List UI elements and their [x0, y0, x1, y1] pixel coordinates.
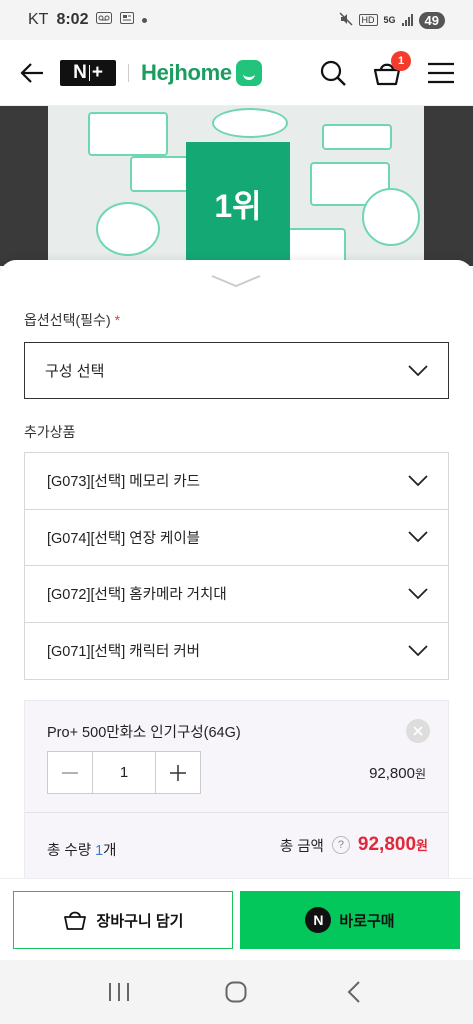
system-navigation-bar: [0, 960, 473, 1024]
quantity-stepper: 1: [47, 751, 201, 794]
back-button[interactable]: [16, 57, 48, 89]
recent-apps-button[interactable]: [99, 972, 139, 1012]
store-brand-logo[interactable]: Hejhome: [141, 59, 262, 86]
quantity-value[interactable]: 1: [92, 752, 156, 793]
divider: [25, 812, 448, 813]
remove-option-button[interactable]: [406, 719, 430, 743]
buy-now-label: 바로구매: [339, 912, 395, 930]
rank-hero-tile: 1위: [186, 142, 290, 266]
carrier-label: KT: [28, 11, 49, 28]
decrease-quantity-button[interactable]: [48, 752, 92, 793]
currency-unit: 원: [414, 767, 426, 781]
total-quantity-unit: 개: [103, 843, 117, 859]
collapse-sheet-handle[interactable]: [210, 272, 262, 290]
system-back-button[interactable]: [334, 972, 374, 1012]
increase-quantity-button[interactable]: [156, 752, 200, 793]
brand-name: Hejhome: [141, 59, 232, 85]
naver-plus-logo[interactable]: N +: [60, 59, 116, 86]
chevron-down-icon: [408, 475, 428, 487]
mute-icon: [338, 11, 353, 29]
hd-icon: HD: [358, 14, 378, 26]
product-image: 1위: [0, 106, 473, 266]
additional-products-label: 추가상품: [24, 424, 76, 440]
additional-product-select[interactable]: [G072][선택] 홈카메라 거치대: [25, 566, 448, 623]
naver-pay-icon: N: [305, 907, 332, 933]
currency-unit: 원: [416, 838, 428, 853]
option-sheet: 옵션선택(필수) * 구성 선택 추가상품 [G073][선택] 메모리 카드 […: [0, 260, 473, 880]
required-option-label: 옵션선택(필수) *: [24, 310, 120, 330]
additional-product-label: [G071][선택] 캐릭터 커버: [47, 644, 201, 661]
buy-now-button[interactable]: N 바로구매: [240, 891, 460, 949]
app-header: N + Hejhome 1: [0, 40, 473, 106]
chevron-left-icon: [347, 981, 360, 1003]
total-amount-value: 92,800: [357, 834, 417, 855]
notification-dot-icon: [142, 17, 148, 23]
additional-product-label: [G073][선택] 메모리 카드: [47, 474, 201, 491]
status-bar: KT 8:02 HD 5G 49: [0, 0, 473, 40]
battery-indicator: 49: [418, 11, 445, 29]
configuration-select[interactable]: 구성 선택: [24, 342, 449, 399]
voicemail-icon: [96, 11, 113, 29]
review-bubble: [96, 202, 160, 256]
review-card: [322, 124, 392, 150]
home-button[interactable]: [216, 972, 256, 1012]
product-image-banner: 1위: [48, 106, 424, 266]
total-quantity-label: 총 수량: [47, 843, 92, 859]
additional-product-select[interactable]: [G071][선택] 캐릭터 커버: [25, 623, 448, 680]
total-quantity: 총 수량 1개: [47, 839, 117, 860]
additional-product-select[interactable]: [G074][선택] 연장 케이블: [25, 510, 448, 566]
add-to-cart-button[interactable]: 장바구니 담기: [13, 891, 233, 949]
total-quantity-value: 1: [95, 843, 104, 859]
chevron-down-icon: [408, 364, 428, 376]
chevron-down-icon: [211, 275, 261, 288]
additional-product-select[interactable]: [G073][선택] 메모리 카드: [25, 453, 448, 510]
help-icon[interactable]: ?: [331, 836, 350, 854]
configuration-select-value: 구성 선택: [45, 363, 105, 380]
total-amount-label: 총 금액: [279, 838, 324, 855]
total-amount: 총 금액 ? 92,800원: [280, 834, 428, 856]
review-bubble: [212, 108, 288, 138]
news-icon: [120, 11, 135, 29]
cart-button[interactable]: 1: [371, 50, 411, 89]
option-price-value: 92,800: [369, 765, 415, 782]
clock: 8:02: [56, 11, 89, 28]
additional-product-label: [G072][선택] 홈카메라 거치대: [47, 587, 227, 604]
smile-icon: [235, 59, 262, 86]
signal-icon: [401, 14, 413, 26]
review-card: [88, 112, 168, 156]
shopping-basket-icon: [63, 911, 86, 930]
purchase-action-bar: 장바구니 담기 N 바로구매: [0, 878, 473, 960]
logo-divider: [128, 63, 129, 82]
home-icon: [225, 981, 247, 1003]
additional-products-list: [G073][선택] 메모리 카드 [G074][선택] 연장 케이블 [G07…: [24, 452, 449, 680]
add-to-cart-label: 장바구니 담기: [96, 912, 184, 930]
additional-product-label: [G074][선택] 연장 케이블: [47, 530, 201, 547]
rank-text: 1위: [214, 188, 262, 224]
minus-icon: [62, 771, 78, 774]
total-amount-value-wrap: 92,800원: [358, 834, 428, 856]
chevron-down-icon: [408, 645, 428, 657]
review-bubble: [362, 188, 420, 246]
menu-button[interactable]: [425, 57, 457, 89]
required-mark: *: [114, 312, 121, 328]
hamburger-menu-icon: [428, 62, 454, 83]
chevron-down-icon: [408, 531, 428, 543]
search-button[interactable]: [317, 57, 349, 89]
close-icon: [413, 726, 423, 736]
chevron-down-icon: [408, 588, 428, 600]
search-icon: [320, 60, 346, 86]
network-type-label: 5G: [383, 15, 396, 25]
plus-icon: [170, 764, 186, 781]
cart-count-badge: 1: [391, 50, 411, 71]
selected-option-name: Pro+ 500만화소 인기구성(64G): [47, 725, 241, 741]
recent-apps-icon: [108, 983, 129, 1001]
selected-option-box: Pro+ 500만화소 인기구성(64G) 1 92,800원 총 수량 1개 …: [24, 700, 449, 880]
option-price: 92,800원: [369, 765, 426, 782]
arrow-left-icon: [20, 62, 43, 83]
required-option-text: 옵션선택(필수): [24, 312, 111, 328]
